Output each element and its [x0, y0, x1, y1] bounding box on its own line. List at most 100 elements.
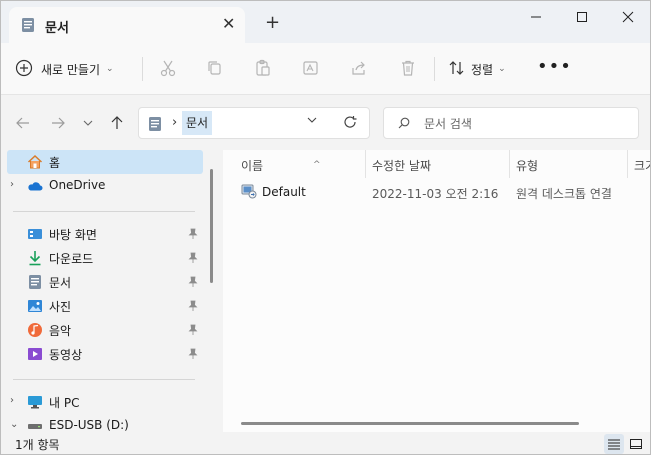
breadcrumb-documents[interactable]: 문서 — [182, 111, 213, 135]
pin-icon[interactable] — [188, 252, 198, 267]
address-bar[interactable]: › 문서 — [138, 107, 370, 139]
forward-button[interactable] — [49, 114, 67, 132]
close-window-button[interactable] — [618, 7, 638, 27]
sidebar-item-label: 바탕 화면 — [49, 228, 97, 242]
status-bar: 1개 항목 — [1, 432, 650, 454]
command-bar: 새로 만들기 ⌄ 정렬 ⌄ ••• — [1, 43, 650, 95]
delete-icon[interactable] — [397, 57, 419, 79]
home-icon — [27, 154, 43, 170]
file-type: 원격 데스크톱 연결 — [516, 187, 612, 201]
toolbar-divider — [434, 57, 435, 81]
column-header-name[interactable]: 이름 ^ — [241, 154, 321, 178]
new-button-label: 새로 만들기 — [41, 62, 101, 77]
sidebar-item-label: 내 PC — [49, 396, 80, 410]
sidebar-item-music[interactable]: 음악 — [7, 318, 203, 342]
sort-ascending-caret-icon: ^ — [313, 160, 321, 170]
item-count: 1개 항목 — [15, 438, 60, 452]
pin-icon[interactable] — [188, 300, 198, 315]
column-divider[interactable] — [509, 150, 510, 178]
minimize-button[interactable] — [526, 7, 546, 27]
new-button[interactable]: 새로 만들기 ⌄ — [15, 56, 114, 82]
file-list-pane: 이름 ^ 수정한 날짜 유형 크기 Default 2022-11-03 오전 … — [223, 150, 650, 432]
sidebar-item-label: 문서 — [49, 276, 72, 290]
sort-arrows-icon — [449, 60, 465, 79]
pictures-icon — [27, 298, 43, 314]
sort-button-label: 정렬 — [471, 62, 494, 77]
sidebar-item-this-pc[interactable]: › 내 PC — [7, 390, 203, 414]
tab-documents[interactable]: 문서 ✕ — [9, 7, 245, 43]
toolbar-divider — [142, 57, 143, 81]
sidebar-item-pictures[interactable]: 사진 — [7, 294, 203, 318]
search-input[interactable] — [424, 114, 624, 134]
chevron-down-icon[interactable]: ⌄ — [10, 419, 18, 430]
chevron-down-icon: ⌄ — [106, 64, 114, 74]
address-row: › 문서 — [1, 96, 650, 150]
sidebar-item-desktop[interactable]: 바탕 화면 — [7, 222, 203, 246]
recent-locations-chevron-icon[interactable] — [79, 114, 97, 132]
desktop-folder-icon — [27, 226, 43, 242]
videos-icon — [27, 346, 43, 362]
maximize-button[interactable] — [572, 7, 592, 27]
documents-folder-icon — [21, 17, 35, 36]
address-history-chevron-icon[interactable] — [307, 115, 317, 128]
file-name: Default — [262, 185, 306, 199]
title-bar: 문서 ✕ + — [1, 1, 650, 43]
documents-icon — [27, 274, 43, 290]
tiles-view-button[interactable] — [626, 434, 646, 454]
sidebar-item-videos[interactable]: 동영상 — [7, 342, 203, 366]
download-icon — [27, 250, 43, 266]
search-box[interactable] — [383, 107, 639, 139]
close-tab-icon[interactable]: ✕ — [222, 16, 235, 32]
pin-icon[interactable] — [188, 348, 198, 363]
sidebar-item-home[interactable]: 홈 — [7, 150, 203, 174]
table-row[interactable]: Default 2022-11-03 오전 2:16 원격 데스크톱 연결 — [223, 180, 650, 204]
details-view-button[interactable] — [604, 434, 624, 454]
sort-button[interactable]: 정렬 ⌄ — [449, 57, 506, 81]
chevron-right-icon[interactable]: › — [10, 179, 14, 190]
sidebar-item-label: OneDrive — [49, 178, 106, 192]
column-header-type[interactable]: 유형 — [516, 154, 538, 178]
sidebar-item-label: 사진 — [49, 300, 72, 314]
chevron-down-icon: ⌄ — [498, 64, 506, 74]
sidebar-scrollbar[interactable] — [210, 169, 213, 283]
sidebar-divider — [13, 379, 195, 380]
plus-circle-icon — [15, 59, 33, 80]
back-button[interactable] — [14, 114, 32, 132]
sidebar-item-label: 다운로드 — [49, 252, 94, 266]
sidebar-item-documents[interactable]: 문서 — [7, 270, 203, 294]
share-icon[interactable] — [348, 57, 370, 79]
more-options-icon[interactable]: ••• — [537, 58, 572, 76]
column-divider[interactable] — [627, 150, 628, 178]
column-header-size[interactable]: 크기 — [634, 154, 650, 178]
sidebar-divider — [13, 211, 195, 212]
music-icon — [27, 322, 43, 338]
sidebar-item-label: 동영상 — [49, 348, 83, 362]
file-explorer-window: 문서 ✕ + 새로 만들기 ⌄ 정렬 ⌄ ••• › 문서 문서 검색 홈 › … — [0, 0, 651, 455]
chevron-right-icon[interactable]: › — [10, 395, 14, 406]
sidebar-item-label: ESD-USB (D:) — [49, 418, 129, 432]
rdp-file-icon — [241, 183, 257, 202]
rename-icon[interactable] — [300, 57, 322, 79]
sidebar-item-label: 음악 — [49, 324, 72, 338]
sidebar-item-label: 홈 — [49, 156, 61, 170]
sidebar-item-downloads[interactable]: 다운로드 — [7, 246, 203, 270]
new-tab-button[interactable]: + — [265, 14, 280, 32]
paste-icon[interactable] — [252, 57, 274, 79]
up-button[interactable] — [108, 114, 126, 132]
tab-title: 문서 — [45, 21, 69, 36]
horizontal-scrollbar[interactable] — [241, 422, 579, 425]
pin-icon[interactable] — [188, 228, 198, 243]
column-header-date-modified[interactable]: 수정한 날짜 — [372, 154, 431, 178]
documents-folder-icon — [148, 116, 162, 135]
copy-icon[interactable] — [204, 57, 226, 79]
pin-icon[interactable] — [188, 276, 198, 291]
column-divider[interactable] — [365, 150, 366, 178]
refresh-icon[interactable] — [343, 115, 357, 132]
sidebar-item-onedrive[interactable]: › OneDrive — [7, 174, 203, 198]
cut-icon[interactable] — [157, 57, 179, 79]
pin-icon[interactable] — [188, 324, 198, 339]
file-date-modified: 2022-11-03 오전 2:16 — [372, 187, 499, 201]
breadcrumb-chevron-icon[interactable]: › — [172, 115, 177, 130]
this-pc-icon — [27, 394, 43, 410]
search-icon — [398, 117, 410, 132]
